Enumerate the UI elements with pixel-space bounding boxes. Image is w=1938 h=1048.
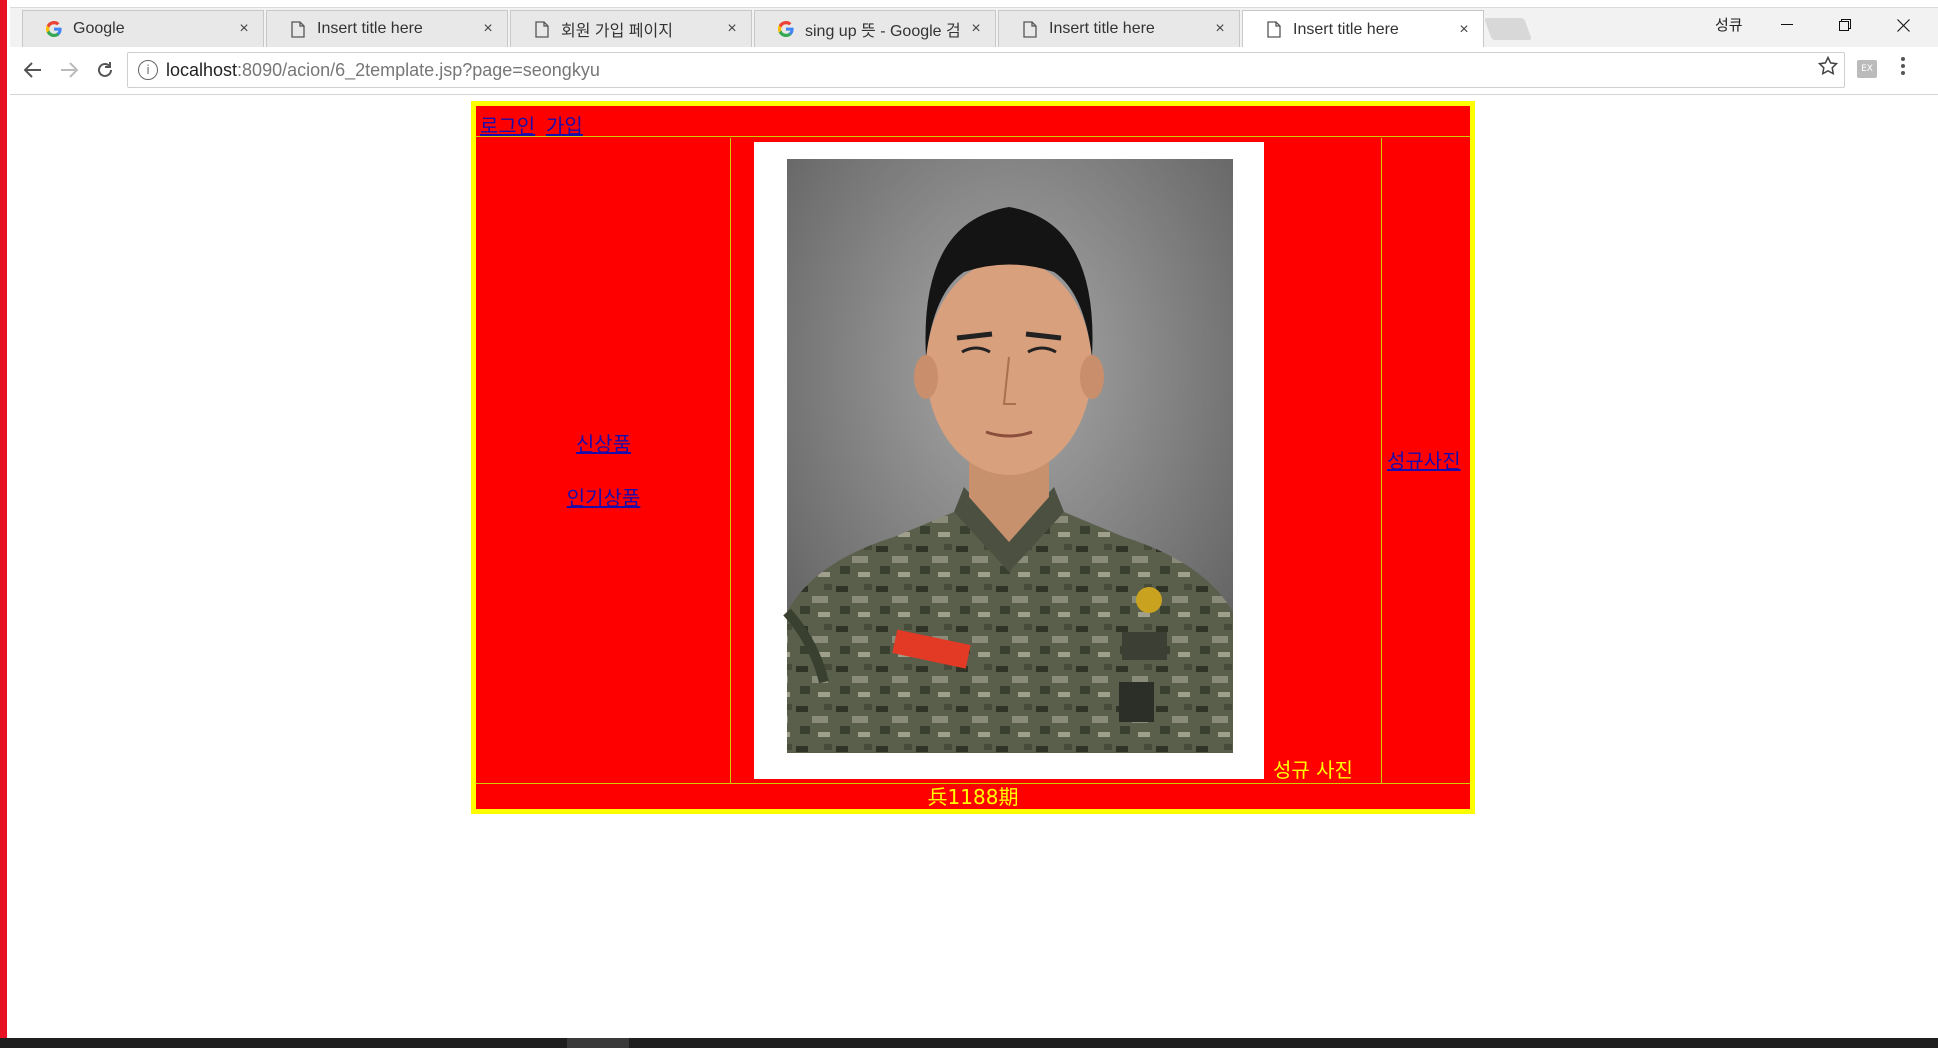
address-host: localhost: [166, 59, 238, 80]
template-layout: 로그인 가입 신상품 인기상품 성규 사진 성규사진 兵1188期: [471, 101, 1475, 814]
tab-google-search[interactable]: sing up 뜻 - Google 검 ×: [754, 10, 996, 47]
google-g-icon: [45, 20, 63, 38]
address-bar[interactable]: i localhost :8090/acion/6_2template.jsp?…: [127, 52, 1845, 88]
tab-signup-page[interactable]: 회원 가입 페이지 ×: [510, 10, 752, 47]
login-link[interactable]: 로그인: [480, 110, 535, 139]
back-arrow-icon[interactable]: [18, 55, 48, 85]
page-icon: [1265, 21, 1283, 39]
minimize-icon[interactable]: [1764, 10, 1810, 40]
page-icon: [533, 20, 551, 38]
photo-caption: 성규 사진: [1273, 758, 1353, 782]
taskbar-button[interactable]: [567, 1038, 629, 1048]
extension-icon[interactable]: EX: [1857, 60, 1877, 78]
right-menu: 성규사진: [1383, 138, 1470, 783]
tab-title: Google: [73, 20, 125, 37]
google-g-icon: [777, 20, 795, 38]
tab-google[interactable]: Google ×: [22, 10, 264, 47]
bookmark-star-icon[interactable]: [1817, 55, 1839, 82]
close-icon[interactable]: ×: [967, 20, 985, 38]
close-icon[interactable]: ×: [1211, 20, 1229, 38]
tab-title: sing up 뜻 - Google 검: [805, 23, 961, 40]
close-icon[interactable]: ×: [1455, 21, 1473, 39]
page-icon: [1021, 20, 1039, 38]
profile-photo: [783, 159, 1233, 753]
reload-icon[interactable]: [90, 55, 120, 85]
close-icon[interactable]: ×: [723, 20, 741, 38]
tab-title: Insert title here: [1293, 20, 1399, 38]
popular-products-link[interactable]: 인기상품: [476, 482, 731, 511]
tab-title: 회원 가입 페이지: [561, 23, 673, 40]
join-link[interactable]: 가입: [546, 110, 583, 139]
close-window-icon[interactable]: [1880, 10, 1926, 40]
seongkyu-photo-link[interactable]: 성규사진: [1387, 445, 1461, 474]
restore-icon[interactable]: [1822, 10, 1868, 40]
tab-insert-title-active[interactable]: Insert title here ×: [1242, 10, 1484, 48]
close-icon[interactable]: ×: [479, 20, 497, 38]
page-icon: [289, 20, 307, 38]
left-menu: 신상품 인기상품: [476, 138, 731, 783]
content-area: 성규 사진: [732, 138, 1382, 783]
taskbar: [0, 1038, 1938, 1048]
new-products-link[interactable]: 신상품: [476, 428, 731, 457]
tab-title: Insert title here: [1049, 20, 1155, 37]
tab-insert-title-1[interactable]: Insert title here ×: [266, 10, 508, 47]
tab-title: Insert title here: [317, 20, 423, 37]
more-menu-icon[interactable]: [1900, 56, 1906, 82]
profile-name[interactable]: 성큐: [1715, 14, 1743, 35]
footer: 兵1188期: [476, 783, 1470, 809]
info-icon[interactable]: i: [138, 60, 158, 80]
top-row: 로그인 가입: [476, 106, 1470, 139]
new-tab-button[interactable]: [1483, 18, 1533, 40]
window-edge-inner: [7, 0, 10, 1048]
profile-photo-frame: [754, 142, 1264, 779]
address-path: :8090/acion/6_2template.jsp?page=seongky…: [237, 59, 600, 80]
close-icon[interactable]: ×: [235, 20, 253, 38]
forward-arrow-icon[interactable]: [54, 55, 84, 85]
tab-insert-title-2[interactable]: Insert title here ×: [998, 10, 1240, 47]
